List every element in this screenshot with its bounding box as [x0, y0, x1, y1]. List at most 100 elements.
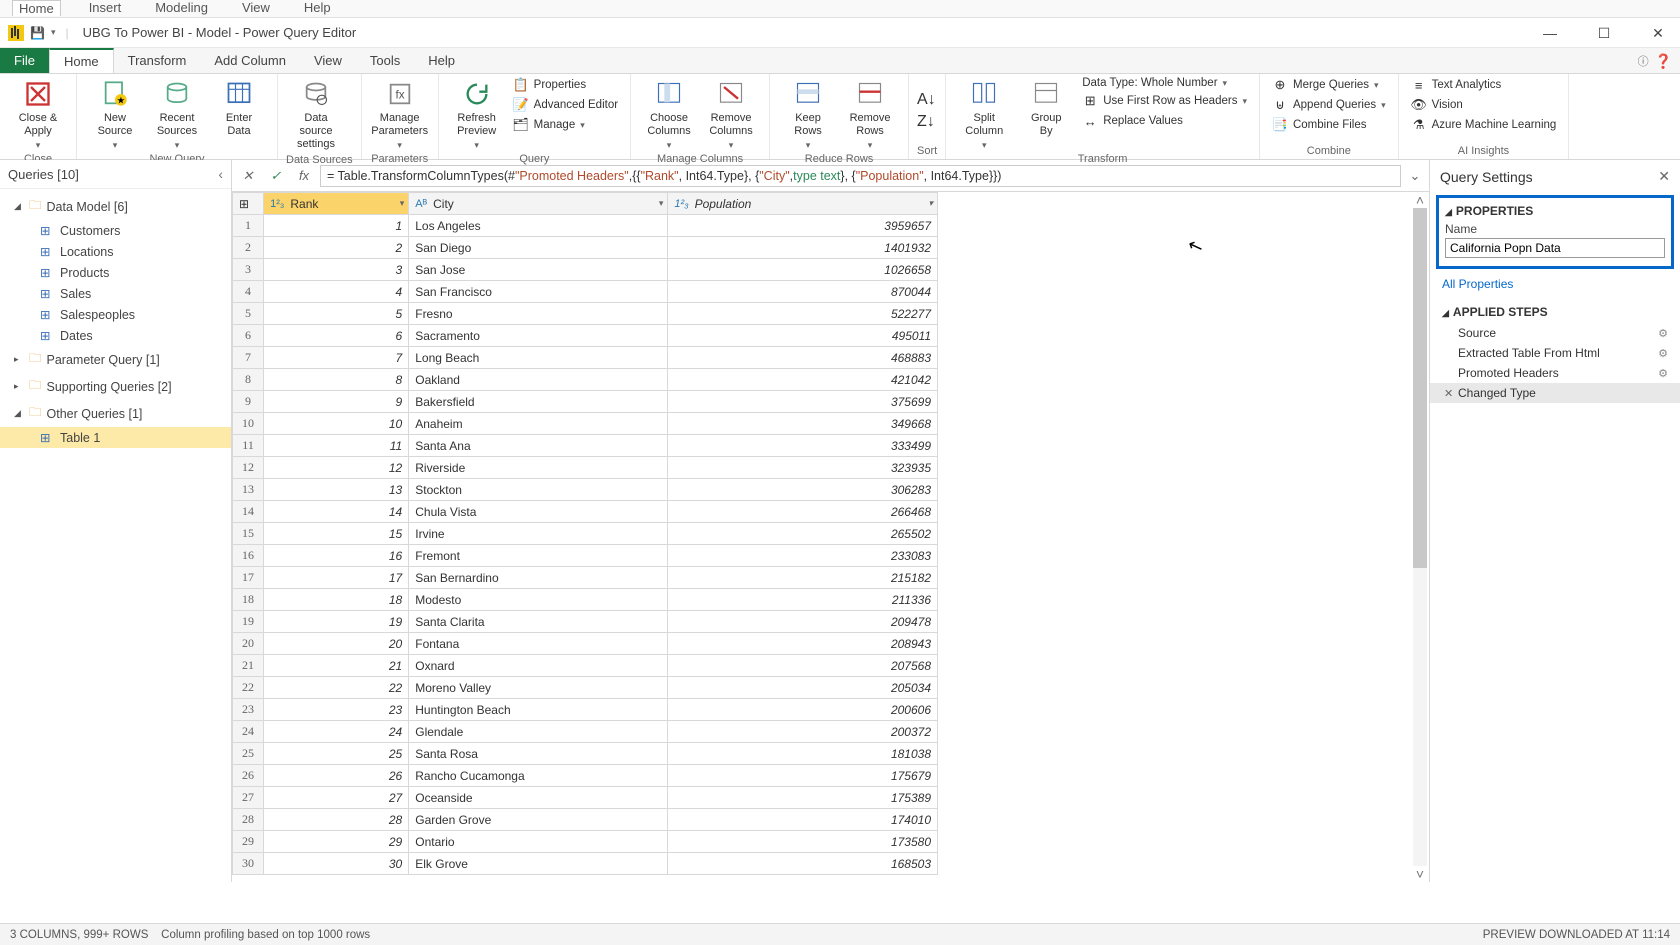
- merge-queries-button[interactable]: ⊕Merge Queries: [1268, 76, 1390, 94]
- tree-table-item[interactable]: ⊞Salespeoples: [0, 304, 231, 325]
- table-row[interactable]: 1919Santa Clarita209478: [233, 611, 938, 633]
- tree-table-item[interactable]: ⊞Sales: [0, 283, 231, 304]
- fx-icon[interactable]: fx: [292, 164, 316, 188]
- applied-step[interactable]: ✕Changed Type: [1430, 383, 1680, 403]
- column-header-rank[interactable]: 1²₃Rank▾: [264, 193, 409, 215]
- tree-group[interactable]: ▸🗀Parameter Query [1]: [0, 346, 231, 373]
- vertical-scrollbar[interactable]: ˄ ˅: [1411, 192, 1429, 882]
- table-row[interactable]: 1212Riverside323935: [233, 457, 938, 479]
- expand-formula-icon[interactable]: ⌄: [1405, 168, 1425, 184]
- tree-table-item[interactable]: ⊞Products: [0, 262, 231, 283]
- vision-button[interactable]: 👁Vision: [1407, 96, 1561, 114]
- sort-asc-icon[interactable]: A↓: [917, 91, 936, 109]
- applied-step[interactable]: Promoted Headers⚙: [1430, 363, 1680, 383]
- filter-icon[interactable]: ▾: [400, 198, 405, 209]
- table-row[interactable]: 77Long Beach468883: [233, 347, 938, 369]
- table-row[interactable]: 1010Anaheim349668: [233, 413, 938, 435]
- table-row[interactable]: 2323Huntington Beach200606: [233, 699, 938, 721]
- append-queries-button[interactable]: ⊎Append Queries: [1268, 96, 1390, 114]
- column-header-population[interactable]: 1²₃Population▾: [668, 193, 938, 215]
- help-tab[interactable]: Help: [414, 48, 469, 73]
- applied-step[interactable]: Extracted Table From Html⚙: [1430, 343, 1680, 363]
- maximize-button[interactable]: ☐: [1586, 19, 1622, 47]
- table-row[interactable]: 3030Elk Grove168503: [233, 853, 938, 875]
- close-window-button[interactable]: ✕: [1640, 19, 1676, 47]
- group-by-button[interactable]: Group By: [1016, 76, 1076, 140]
- column-header-city[interactable]: AᴮCity▾: [409, 193, 668, 215]
- grid-corner-icon[interactable]: ⊞: [233, 193, 264, 215]
- split-column-button[interactable]: Split Column: [954, 76, 1014, 153]
- manage-button[interactable]: 🗂Manage: [509, 116, 622, 134]
- outer-insert-tab[interactable]: Insert: [83, 0, 128, 15]
- remove-rows-button[interactable]: Remove Rows: [840, 76, 900, 153]
- close-settings-icon[interactable]: ✕: [1658, 168, 1670, 185]
- file-tab[interactable]: File: [0, 48, 49, 73]
- close-apply-button[interactable]: Close & Apply: [8, 76, 68, 153]
- table-row[interactable]: 33San Jose1026658: [233, 259, 938, 281]
- choose-columns-button[interactable]: Choose Columns: [639, 76, 699, 153]
- query-name-input[interactable]: [1445, 238, 1665, 258]
- table-row[interactable]: 2020Fontana208943: [233, 633, 938, 655]
- view-tab[interactable]: View: [300, 48, 356, 73]
- tree-group[interactable]: ◢🗀Data Model [6]: [0, 193, 231, 220]
- table-row[interactable]: 2424Glendale200372: [233, 721, 938, 743]
- combine-files-button[interactable]: 📑Combine Files: [1268, 116, 1390, 134]
- formula-input[interactable]: = Table.TransformColumnTypes(#"Promoted …: [320, 165, 1401, 187]
- step-gear-icon[interactable]: ⚙: [1658, 327, 1668, 340]
- outer-help-tab[interactable]: Help: [298, 0, 337, 15]
- outer-home-tab[interactable]: Home: [12, 0, 61, 16]
- refresh-preview-button[interactable]: Refresh Preview: [447, 76, 507, 153]
- cancel-formula-icon[interactable]: ✕: [236, 164, 260, 188]
- tree-table-item[interactable]: ⊞Table 1: [0, 427, 231, 448]
- save-icon[interactable]: 💾: [30, 26, 45, 40]
- replace-values-button[interactable]: ↔Replace Values: [1078, 112, 1251, 130]
- minimize-button[interactable]: —: [1532, 19, 1568, 47]
- scroll-thumb[interactable]: [1413, 208, 1427, 568]
- table-row[interactable]: 11Los Angeles3959657: [233, 215, 938, 237]
- step-gear-icon[interactable]: ⚙: [1658, 347, 1668, 360]
- new-source-button[interactable]: ★New Source: [85, 76, 145, 153]
- azure-ml-button[interactable]: ⚗Azure Machine Learning: [1407, 116, 1561, 134]
- tools-tab[interactable]: Tools: [356, 48, 414, 73]
- table-row[interactable]: 1515Irvine265502: [233, 523, 938, 545]
- tree-table-item[interactable]: ⊞Dates: [0, 325, 231, 346]
- add-column-tab[interactable]: Add Column: [200, 48, 300, 73]
- table-row[interactable]: 1616Fremont233083: [233, 545, 938, 567]
- table-row[interactable]: 2525Santa Rosa181038: [233, 743, 938, 765]
- outer-modeling-tab[interactable]: Modeling: [149, 0, 214, 15]
- table-row[interactable]: 55Fresno522277: [233, 303, 938, 325]
- table-row[interactable]: 1414Chula Vista266468: [233, 501, 938, 523]
- delete-step-icon[interactable]: ✕: [1444, 387, 1453, 400]
- table-row[interactable]: 2727Oceanside175389: [233, 787, 938, 809]
- table-row[interactable]: 1717San Bernardino215182: [233, 567, 938, 589]
- filter-icon[interactable]: ▾: [659, 198, 664, 209]
- table-row[interactable]: 66Sacramento495011: [233, 325, 938, 347]
- advanced-editor-button[interactable]: 📝Advanced Editor: [509, 96, 622, 114]
- sort-desc-icon[interactable]: Z↓: [917, 113, 935, 131]
- commit-formula-icon[interactable]: ✓: [264, 164, 288, 188]
- scroll-up-icon[interactable]: ˄: [1416, 192, 1424, 208]
- tree-table-item[interactable]: ⊞Customers: [0, 220, 231, 241]
- tree-group[interactable]: ▸🗀Supporting Queries [2]: [0, 373, 231, 400]
- transform-tab[interactable]: Transform: [114, 48, 201, 73]
- tree-group[interactable]: ◢🗀Other Queries [1]: [0, 400, 231, 427]
- table-row[interactable]: 2828Garden Grove174010: [233, 809, 938, 831]
- table-row[interactable]: 2929Ontario173580: [233, 831, 938, 853]
- text-analytics-button[interactable]: ≡Text Analytics: [1407, 76, 1561, 94]
- table-row[interactable]: 22San Diego1401932: [233, 237, 938, 259]
- collapse-queries-icon[interactable]: ‹: [218, 166, 223, 182]
- filter-icon[interactable]: ▾: [928, 198, 933, 209]
- scroll-down-icon[interactable]: ˅: [1416, 866, 1424, 882]
- table-row[interactable]: 44San Francisco870044: [233, 281, 938, 303]
- table-row[interactable]: 99Bakersfield375699: [233, 391, 938, 413]
- table-row[interactable]: 2121Oxnard207568: [233, 655, 938, 677]
- table-row[interactable]: 1818Modesto211336: [233, 589, 938, 611]
- outer-view-tab[interactable]: View: [236, 0, 276, 15]
- table-row[interactable]: 88Oakland421042: [233, 369, 938, 391]
- recent-sources-button[interactable]: Recent Sources: [147, 76, 207, 153]
- table-row[interactable]: 1111Santa Ana333499: [233, 435, 938, 457]
- home-tab[interactable]: Home: [49, 48, 114, 73]
- manage-parameters-button[interactable]: fxManage Parameters: [370, 76, 430, 153]
- tree-table-item[interactable]: ⊞Locations: [0, 241, 231, 262]
- table-row[interactable]: 2626Rancho Cucamonga175679: [233, 765, 938, 787]
